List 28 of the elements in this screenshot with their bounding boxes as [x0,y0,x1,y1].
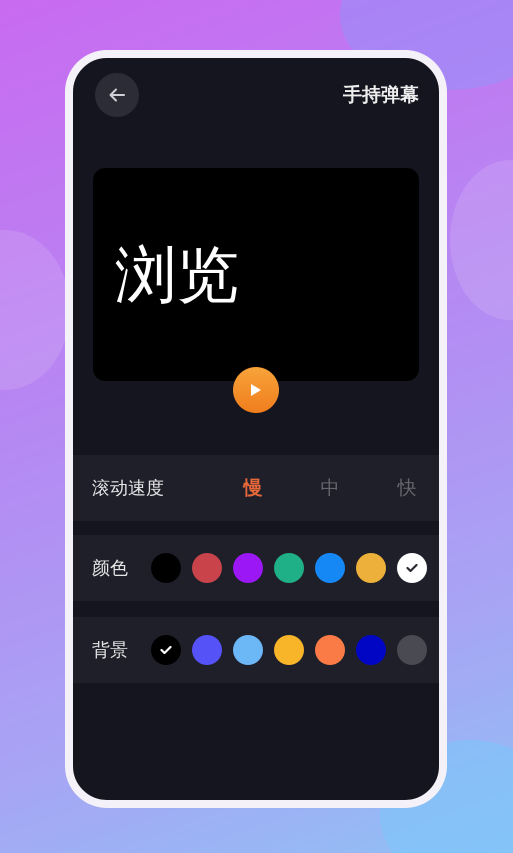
color-swatch[interactable] [233,553,263,583]
color-swatch[interactable] [274,553,304,583]
color-swatch[interactable] [192,635,222,665]
color-swatch[interactable] [151,553,181,583]
setting-label: 颜色 [92,557,128,580]
play-icon [250,383,262,397]
color-swatch[interactable] [315,635,345,665]
check-icon [406,563,418,573]
check-icon [160,645,172,655]
setting-label: 背景 [92,639,128,662]
color-swatch[interactable] [274,635,304,665]
color-swatch[interactable] [356,553,386,583]
color-swatch[interactable] [356,635,386,665]
color-swatch[interactable] [192,553,222,583]
speed-option[interactable]: 快 [392,475,422,501]
color-swatch[interactable] [315,553,345,583]
play-button[interactable] [233,367,279,413]
setting-label: 滚动速度 [92,477,164,500]
speed-option[interactable]: 慢 [238,475,268,501]
preview-text: 浏览 [115,244,239,306]
color-swatch[interactable] [397,635,427,665]
back-arrow-icon [109,88,125,102]
color-swatch[interactable] [233,635,263,665]
color-swatch[interactable] [151,635,181,665]
speed-option[interactable]: 中 [315,475,345,501]
color-swatch[interactable] [397,553,427,583]
page-title: 手持弹幕 [343,83,419,108]
back-button[interactable] [95,73,139,117]
